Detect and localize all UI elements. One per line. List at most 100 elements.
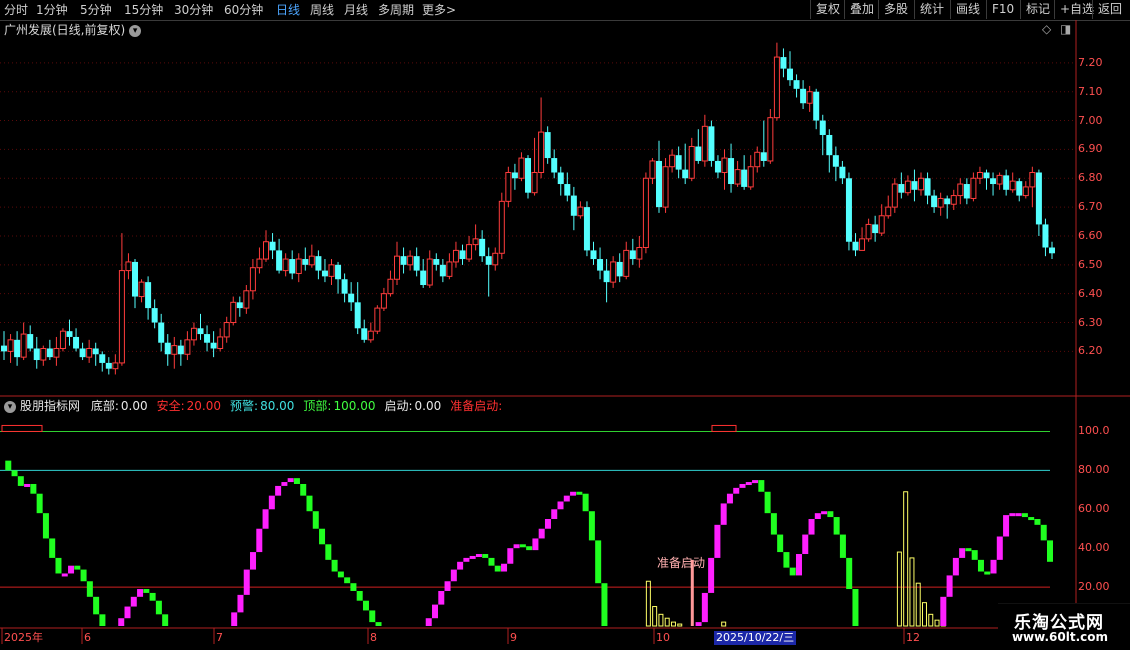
- statistics-button[interactable]: 统计: [914, 0, 949, 19]
- candle: [348, 282, 355, 311]
- candle-body-down: [629, 250, 636, 260]
- indicator-step: [764, 491, 771, 514]
- candle-body-down: [1016, 181, 1023, 196]
- candle: [479, 230, 486, 262]
- candle-body-up: [498, 200, 505, 254]
- candle-body-down: [839, 166, 846, 179]
- indicator-step: [11, 470, 18, 477]
- candle-body-down: [335, 264, 342, 280]
- overlay-button[interactable]: 叠加: [844, 0, 879, 19]
- period-tab-5min[interactable]: 5分钟: [80, 2, 112, 18]
- candle-body-down: [1042, 224, 1049, 248]
- chart-canvas[interactable]: [0, 20, 1130, 650]
- indicator-step: [996, 536, 1003, 560]
- watermark-url: www.60lt.com: [1011, 630, 1108, 644]
- candle: [760, 120, 767, 167]
- period-tab-multi[interactable]: 多周期: [378, 2, 414, 18]
- candle-body-down: [590, 250, 597, 260]
- period-tab-daily[interactable]: 日线: [276, 2, 300, 18]
- indicator-step: [337, 571, 344, 578]
- indicator-step: [708, 557, 715, 593]
- period-tab-timeshare[interactable]: 分时: [4, 2, 28, 18]
- candle-body-down: [852, 241, 859, 251]
- chevron-down-icon[interactable]: ▾: [129, 24, 142, 37]
- candle-body-down: [151, 308, 158, 323]
- period-tab-15min[interactable]: 15分钟: [124, 2, 163, 18]
- candle: [112, 354, 119, 375]
- indicator-step: [946, 575, 953, 597]
- indicator-step: [469, 555, 476, 559]
- indicator-step: [695, 622, 702, 626]
- period-tab-weekly[interactable]: 周线: [310, 2, 334, 18]
- start-signal-bar: [903, 491, 909, 627]
- price-tick-label: 6.70: [1078, 200, 1103, 214]
- indicator-step: [839, 534, 846, 558]
- candle-body-up: [59, 330, 66, 349]
- candle-body-up: [1009, 180, 1016, 191]
- candle: [374, 305, 381, 335]
- indicator-step: [375, 622, 382, 626]
- indicator-step: [450, 569, 457, 582]
- period-tab-60min[interactable]: 60分钟: [224, 2, 263, 18]
- candle: [813, 88, 820, 130]
- candle-body-up: [40, 347, 47, 361]
- period-tab-more[interactable]: 更多>: [422, 2, 456, 18]
- candle: [525, 155, 531, 199]
- indicator-step: [256, 528, 263, 553]
- candle: [439, 259, 446, 283]
- indicator-step: [243, 569, 250, 595]
- candle: [983, 169, 990, 190]
- multi-stock-button[interactable]: 多股: [878, 0, 913, 19]
- candle: [459, 244, 466, 265]
- candle-body-down: [204, 334, 211, 343]
- candle: [302, 247, 309, 271]
- back-button[interactable]: 返回: [1092, 0, 1127, 19]
- start-signal-bar: [915, 582, 921, 627]
- candle-body-down: [583, 207, 590, 251]
- candle: [826, 129, 833, 173]
- period-tab-30min[interactable]: 30分钟: [174, 2, 213, 18]
- candle: [544, 126, 551, 164]
- indicator-step: [501, 563, 508, 572]
- candle-body-down: [780, 57, 787, 69]
- candle-body-down: [714, 160, 721, 173]
- f10-button[interactable]: F10: [986, 0, 1019, 19]
- candle: [1016, 178, 1023, 202]
- candle-body-down: [931, 195, 938, 208]
- indicator-step: [827, 511, 834, 518]
- candle: [472, 224, 479, 251]
- candle: [249, 259, 256, 300]
- candle-body-down: [898, 184, 905, 193]
- candle: [996, 172, 1003, 190]
- candle: [1, 331, 7, 361]
- candle: [990, 172, 997, 196]
- candle-body-down: [570, 195, 577, 216]
- period-tab-1min[interactable]: 1分钟: [36, 2, 68, 18]
- indicator-name: 股朋指标网: [20, 399, 81, 413]
- mark-button[interactable]: 标记: [1020, 0, 1055, 19]
- period-tab-monthly[interactable]: 月线: [344, 2, 368, 18]
- candle: [963, 178, 970, 205]
- diamond-icon[interactable]: ◇: [1042, 22, 1051, 36]
- panel-toggle-icon[interactable]: ◨: [1060, 22, 1071, 36]
- candle: [413, 247, 420, 277]
- candle-body-up: [243, 290, 250, 309]
- restore-rights-button[interactable]: 复权: [810, 0, 845, 19]
- indicator-step: [49, 538, 56, 558]
- candle-body-up: [754, 151, 761, 168]
- candle-body-up: [7, 339, 14, 352]
- indicator-step: [350, 583, 357, 591]
- candle: [767, 109, 774, 164]
- candle-body-down: [924, 178, 931, 196]
- candle-body-down: [321, 270, 328, 277]
- signal-box: [711, 424, 737, 432]
- candle-body-down: [675, 155, 682, 170]
- candle-body-down: [79, 348, 86, 358]
- draw-line-button[interactable]: 画线: [950, 0, 985, 19]
- chevron-down-icon[interactable]: ▾: [4, 400, 16, 413]
- candle: [446, 253, 453, 280]
- candle: [177, 339, 184, 366]
- indicator-step: [758, 480, 765, 492]
- candle: [20, 322, 27, 361]
- candle: [649, 158, 656, 185]
